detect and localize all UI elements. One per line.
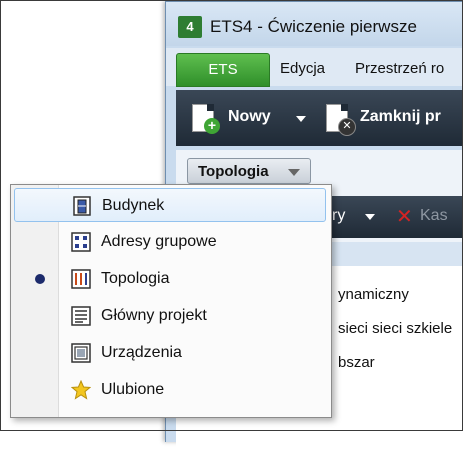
menu-item-label: Główny projekt [101,307,207,324]
menu-bar: ETS Edycja Przestrzeń ro [166,48,463,87]
close-button-label: Zamknij pr [360,108,441,125]
panel-toolbar-button-label[interactable]: ry [332,207,345,225]
list-item[interactable]: bszar [338,354,375,371]
close-project-button[interactable]: ✕ Zamknij pr [326,104,463,136]
menu-przestrzen-robocza[interactable]: Przestrzeń ro [355,60,444,77]
new-dropdown-chevron-icon[interactable] [296,116,306,122]
title-bar: 4 ETS4 - Ćwiczenie pierwsze [166,2,463,46]
ets-logo-icon: 4 [178,16,202,38]
main-toolbar: + Nowy ✕ Zamknij pr [176,90,463,146]
plus-badge-icon: + [204,118,220,134]
star-icon [71,380,91,400]
menu-item-ulubione[interactable]: Ulubione [14,373,326,407]
menu-item-urzadzenia[interactable]: Urządzenia [14,336,326,370]
close-badge-icon: ✕ [338,118,356,136]
group-addresses-icon [71,232,91,252]
new-project-button[interactable]: + Nowy [192,104,312,134]
new-button-label: Nowy [228,108,271,125]
menu-item-label: Adresy grupowe [101,233,217,250]
panel-chevron-down-icon [288,169,300,176]
devices-icon [71,343,91,363]
topology-icon [71,269,91,289]
ets-menu-tab[interactable]: ETS [176,53,270,87]
selected-bullet-icon [35,274,45,284]
menu-item-label: Budynek [102,197,165,214]
building-icon [73,196,91,216]
list-item[interactable]: ynamiczny [338,286,409,303]
window-title: ETS4 - Ćwiczenie pierwsze [210,17,417,36]
delete-button-label[interactable]: Kas [420,207,448,225]
delete-icon[interactable]: ✕ [396,204,413,229]
menu-item-label: Ulubione [101,381,165,398]
project-list-icon [71,306,91,326]
menu-item-adresy-grupowe[interactable]: Adresy grupowe [14,225,326,259]
menu-item-budynek[interactable]: Budynek [14,188,326,222]
panel-view-selector[interactable]: Topologia [187,158,311,184]
view-selector-menu: Budynek Adresy grupowe Topologia Główny … [10,184,332,418]
menu-item-label: Topologia [101,270,170,287]
list-item[interactable]: sieci sieci szkiele [338,320,452,337]
panel-tab-label: Topologia [198,163,269,180]
menu-edycja[interactable]: Edycja [280,60,325,77]
panel-toolbar-chevron-icon[interactable] [365,214,375,220]
menu-item-glowny-projekt[interactable]: Główny projekt [14,299,326,333]
menu-item-topologia[interactable]: Topologia [14,262,326,296]
menu-item-label: Urządzenia [101,344,182,361]
